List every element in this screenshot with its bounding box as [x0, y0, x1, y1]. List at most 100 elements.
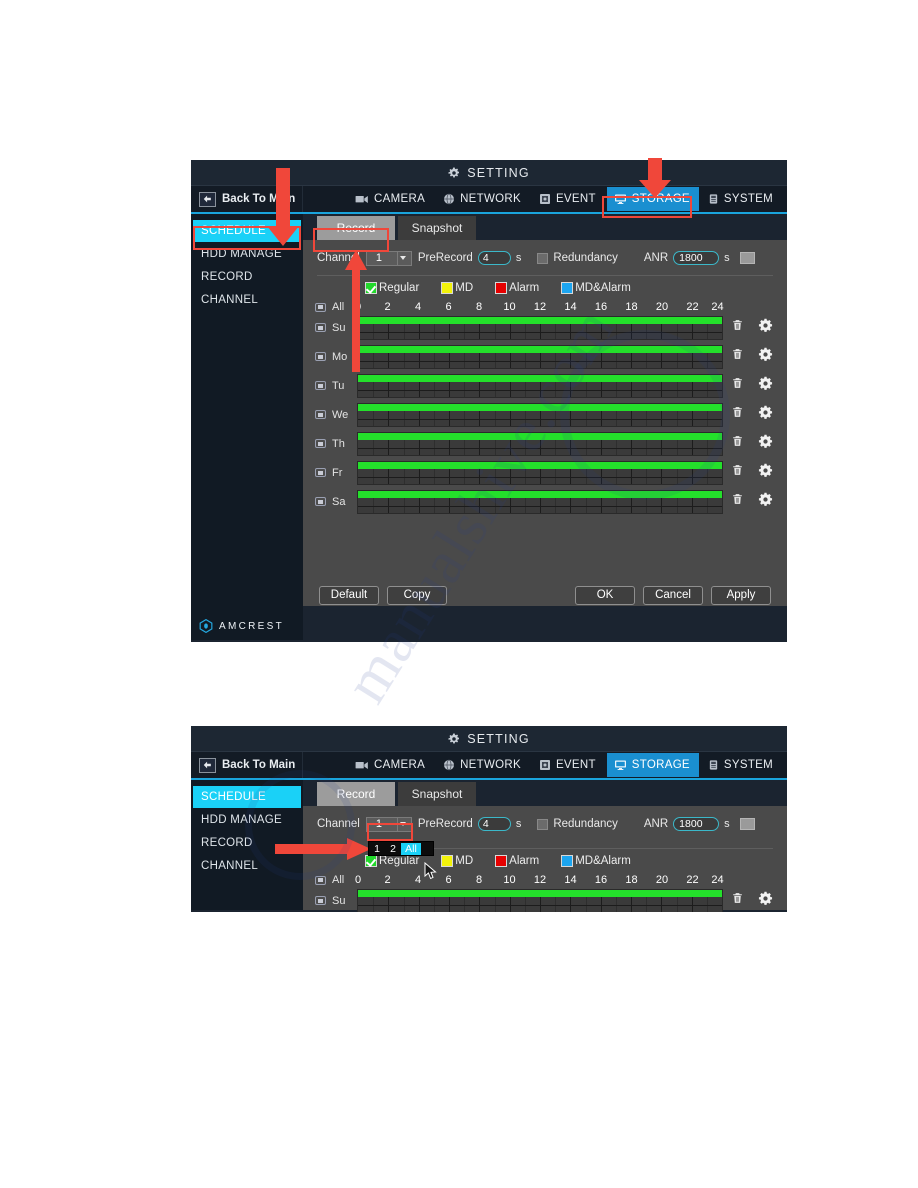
- day-timeline[interactable]: [357, 888, 723, 912]
- channel-option-2[interactable]: 2: [385, 843, 401, 855]
- all-checkbox[interactable]: [315, 875, 326, 885]
- chevron-down-icon[interactable]: [396, 251, 409, 265]
- prerecord-input[interactable]: 4: [477, 251, 511, 265]
- trash-icon[interactable]: [731, 463, 744, 482]
- all-checkbox[interactable]: [315, 302, 326, 312]
- tab-camera[interactable]: CAMERA: [348, 753, 434, 777]
- trash-icon[interactable]: [731, 347, 744, 366]
- trash-icon[interactable]: [731, 492, 744, 511]
- gear-icon[interactable]: [758, 405, 773, 425]
- trash-icon[interactable]: [731, 318, 744, 337]
- tab-system[interactable]: SYSTEM: [701, 187, 782, 211]
- cancel-button[interactable]: Cancel: [643, 585, 703, 605]
- tab-storage[interactable]: STORAGE: [606, 753, 699, 777]
- day-checkbox[interactable]: [315, 410, 326, 419]
- alarm-checkbox[interactable]: [495, 282, 508, 294]
- day-checkbox[interactable]: [315, 323, 326, 332]
- day-timeline[interactable]: [357, 315, 723, 340]
- day-timeline[interactable]: [357, 460, 723, 485]
- tab-system[interactable]: SYSTEM: [701, 753, 782, 777]
- tab-network[interactable]: NETWORK: [436, 187, 530, 211]
- default-button[interactable]: Default: [319, 585, 379, 605]
- back-to-main-button[interactable]: Back To Main: [191, 186, 303, 212]
- day-timeline[interactable]: [357, 489, 723, 514]
- day-timeline[interactable]: [357, 431, 723, 456]
- sidebar-item-hdd-manage[interactable]: HDD MANAGE: [191, 243, 303, 265]
- day-cell[interactable]: Th: [311, 438, 357, 450]
- subtab-record[interactable]: Record: [317, 216, 395, 240]
- day-checkbox[interactable]: [315, 896, 326, 905]
- tab-storage[interactable]: STORAGE: [606, 187, 699, 211]
- channel-dropdown-list[interactable]: 1 2 All: [368, 841, 434, 856]
- sidebar-item-hdd-manage[interactable]: HDD MANAGE: [191, 809, 303, 831]
- trash-icon[interactable]: [731, 891, 744, 910]
- day-cell[interactable]: Mo: [311, 351, 357, 363]
- gear-icon[interactable]: [758, 347, 773, 367]
- regular-checkbox[interactable]: [365, 282, 377, 294]
- legend-item-alarm[interactable]: Alarm: [495, 282, 539, 294]
- legend-item-md[interactable]: MD: [441, 855, 473, 867]
- day-cell[interactable]: Sa: [311, 496, 357, 508]
- channel-select[interactable]: 1: [365, 250, 412, 266]
- copy-button[interactable]: Copy: [387, 585, 447, 605]
- day-checkbox[interactable]: [315, 381, 326, 390]
- day-cell[interactable]: Su: [311, 895, 357, 907]
- apply-button[interactable]: Apply: [711, 585, 771, 605]
- subtab-snapshot[interactable]: Snapshot: [398, 782, 476, 806]
- day-cell[interactable]: Fr: [311, 467, 357, 479]
- sidebar-item-record[interactable]: RECORD: [191, 832, 303, 854]
- prerecord-input[interactable]: 4: [477, 817, 511, 831]
- all-day-cell[interactable]: All: [311, 874, 357, 886]
- day-cell[interactable]: We: [311, 409, 357, 421]
- all-day-cell[interactable]: All: [311, 301, 357, 313]
- legend-item-md[interactable]: MD: [441, 282, 473, 294]
- day-timeline[interactable]: [357, 373, 723, 398]
- tab-camera[interactable]: CAMERA: [348, 187, 434, 211]
- tab-event[interactable]: EVENT: [532, 753, 605, 777]
- gear-icon[interactable]: [758, 434, 773, 454]
- trash-icon[interactable]: [731, 434, 744, 453]
- legend-item-regular[interactable]: Regular: [365, 855, 419, 867]
- tab-event[interactable]: EVENT: [532, 187, 605, 211]
- tab-network[interactable]: NETWORK: [436, 753, 530, 777]
- anr-toggle[interactable]: [739, 818, 755, 830]
- day-cell[interactable]: Tu: [311, 380, 357, 392]
- channel-option-all[interactable]: All: [401, 842, 421, 855]
- channel-select[interactable]: 1: [365, 816, 412, 832]
- anr-input[interactable]: 1800: [673, 251, 720, 265]
- alarm-checkbox[interactable]: [495, 855, 508, 867]
- chevron-down-icon[interactable]: [396, 817, 409, 831]
- anr-input[interactable]: 1800: [673, 817, 720, 831]
- sidebar-item-channel[interactable]: CHANNEL: [191, 289, 303, 311]
- anr-toggle[interactable]: [739, 252, 755, 264]
- md-alarm-checkbox[interactable]: [561, 282, 574, 294]
- day-timeline[interactable]: [357, 402, 723, 427]
- regular-checkbox[interactable]: [365, 855, 377, 867]
- subtab-snapshot[interactable]: Snapshot: [398, 216, 476, 240]
- md-checkbox[interactable]: [441, 282, 454, 294]
- sidebar-item-schedule[interactable]: SCHEDULE: [193, 786, 301, 808]
- day-checkbox[interactable]: [315, 468, 326, 477]
- ok-button[interactable]: OK: [575, 585, 635, 605]
- sidebar-item-channel[interactable]: CHANNEL: [191, 855, 303, 877]
- day-checkbox[interactable]: [315, 352, 326, 361]
- gear-icon[interactable]: [758, 463, 773, 483]
- sidebar-item-record[interactable]: RECORD: [191, 266, 303, 288]
- legend-item-md-alarm[interactable]: MD&Alarm: [561, 855, 631, 867]
- trash-icon[interactable]: [731, 376, 744, 395]
- day-checkbox[interactable]: [315, 497, 326, 506]
- sidebar-item-schedule[interactable]: SCHEDULE: [193, 220, 301, 242]
- back-to-main-button[interactable]: Back To Main: [191, 752, 303, 778]
- legend-item-regular[interactable]: Regular: [365, 282, 419, 294]
- trash-icon[interactable]: [731, 405, 744, 424]
- md-checkbox[interactable]: [441, 855, 454, 867]
- redundancy-checkbox[interactable]: [537, 252, 549, 264]
- channel-option-1[interactable]: 1: [369, 843, 385, 855]
- day-timeline[interactable]: [357, 344, 723, 369]
- subtab-record[interactable]: Record: [317, 782, 395, 806]
- legend-item-alarm[interactable]: Alarm: [495, 855, 539, 867]
- gear-icon[interactable]: [758, 891, 773, 911]
- gear-icon[interactable]: [758, 318, 773, 338]
- day-cell[interactable]: Su: [311, 322, 357, 334]
- gear-icon[interactable]: [758, 376, 773, 396]
